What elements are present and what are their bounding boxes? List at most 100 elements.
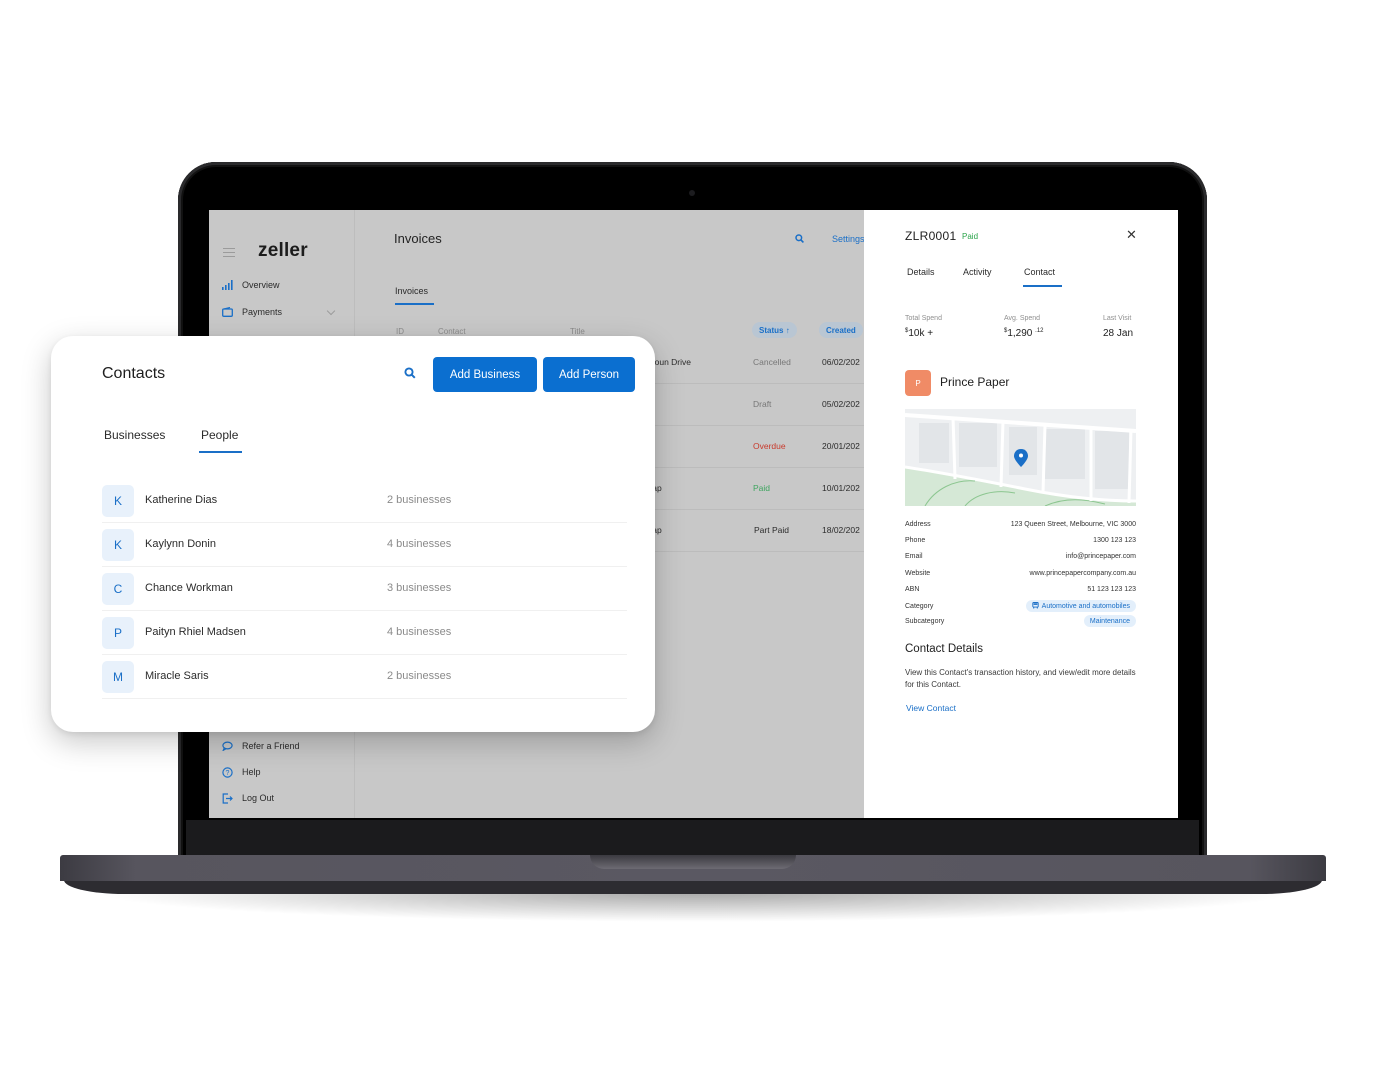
add-business-button[interactable]: Add Business (433, 357, 537, 392)
sidebar-item-label: Help (242, 767, 261, 777)
business-name: Prince Paper (940, 375, 1010, 389)
logout-icon (221, 792, 233, 804)
tab-details[interactable]: Details (907, 267, 935, 277)
sidebar-item-help[interactable]: ? Help (221, 764, 261, 780)
svg-text:?: ? (225, 770, 229, 777)
cell-status: Overdue (753, 441, 786, 451)
field-address: 123 Queen Street, Melbourne, VIC 3000 (1010, 521, 1136, 528)
tab-people[interactable]: People (201, 428, 238, 442)
list-item[interactable]: K Katherine Dias 2 businesses (102, 479, 627, 523)
business-count: 4 businesses (387, 538, 452, 550)
invoice-id: ZLR0001 (905, 229, 957, 243)
column-header-created[interactable]: Created (819, 322, 863, 338)
stat-last-visit: 28 Jan (1103, 328, 1134, 339)
menu-icon[interactable] (223, 248, 235, 257)
contacts-card: Contacts Add Business Add Person Busines… (51, 336, 655, 732)
contact-name: Chance Workman (145, 582, 233, 594)
stat-label: Total Spend (905, 315, 942, 322)
view-contact-link[interactable]: View Contact (906, 703, 956, 713)
sidebar-item-label: Overview (242, 280, 280, 290)
tab-underline (199, 451, 242, 453)
stat-value: 10k + (908, 328, 934, 339)
sidebar-item-label: Payments (242, 307, 283, 317)
stat-value: 1,290 (1007, 328, 1033, 339)
laptop-chin (186, 820, 1199, 856)
tab-underline (1023, 285, 1062, 287)
column-header-contact[interactable]: Contact (438, 327, 466, 336)
contact-details-heading: Contact Details (905, 643, 983, 655)
field-label: Subcategory (905, 618, 945, 625)
cell-status: Part Paid (754, 525, 789, 535)
tab-businesses[interactable]: Businesses (104, 428, 165, 442)
avatar: P (102, 617, 134, 649)
sidebar-item-label: Refer a Friend (242, 741, 300, 751)
sidebar-item-label: Log Out (242, 793, 275, 803)
column-header-label: Status (759, 325, 784, 335)
field-website: www.princepapercompany.com.au (1029, 570, 1136, 577)
field-abn: 51 123 123 123 (1087, 586, 1136, 593)
tab-contact[interactable]: Contact (1024, 267, 1055, 277)
stat-avg-spend: $1,290 .12 (1004, 328, 1044, 339)
column-header-status[interactable]: Status ↑ (752, 322, 797, 338)
list-item[interactable]: P Paityn Rhiel Madsen 4 businesses (102, 611, 627, 655)
status-badge: Paid (962, 232, 979, 241)
field-label: Phone (905, 537, 926, 544)
sidebar-item-refer[interactable]: Refer a Friend (221, 738, 300, 754)
chip-label: Maintenance (1089, 617, 1130, 625)
column-header-label: Created (826, 325, 856, 335)
business-count: 3 businesses (387, 582, 452, 594)
cell-created: 18/02/202 (822, 525, 860, 535)
contact-details-description: View this Contact's transaction history,… (905, 668, 1136, 689)
contact-name: Katherine Dias (145, 494, 218, 506)
business-avatar: P (905, 370, 931, 396)
field-label: Email (905, 553, 923, 560)
location-map[interactable] (905, 409, 1136, 506)
question-circle-icon: ? (221, 766, 233, 778)
field-label: Category (905, 603, 934, 610)
bar-chart-icon (221, 279, 233, 291)
laptop-shadow (90, 892, 1300, 922)
cell-created: 20/01/202 (822, 441, 860, 451)
field-phone: 1300 123 123 (1093, 537, 1136, 544)
contact-name: Miracle Saris (145, 670, 209, 682)
laptop-base-bottom (64, 880, 1322, 894)
list-item[interactable]: C Chance Workman 3 businesses (102, 567, 627, 611)
contact-name: Kaylynn Donin (145, 538, 216, 550)
cell-status: Draft (753, 399, 772, 409)
sidebar-item-overview[interactable]: Overview (221, 277, 280, 293)
invoice-detail-panel: ZLR0001 Paid ✕ Details Activity Contact … (864, 210, 1178, 818)
sidebar-item-logout[interactable]: Log Out (221, 790, 274, 806)
tab-invoices[interactable]: Invoices (395, 286, 428, 296)
zeller-logo: zeller (258, 240, 308, 261)
sidebar-item-payments[interactable]: Payments (221, 304, 282, 320)
avatar: K (102, 529, 134, 561)
category-chip[interactable]: Automotive and automobiles (1025, 600, 1136, 612)
close-icon[interactable]: ✕ (1126, 227, 1137, 243)
list-item[interactable]: M Miracle Saris 2 businesses (102, 655, 627, 699)
business-count: 2 businesses (387, 494, 452, 506)
tab-activity[interactable]: Activity (963, 267, 992, 277)
page-title: Invoices (394, 231, 442, 246)
contact-name: Paityn Rhiel Madsen (145, 626, 246, 638)
column-header-title[interactable]: Title (570, 327, 585, 336)
chat-bubble-icon (221, 740, 233, 752)
contacts-title: Contacts (102, 365, 166, 382)
cell-created: 05/02/202 (822, 399, 860, 409)
column-header-id[interactable]: ID (396, 327, 404, 336)
chip-label: Automotive and automobiles (1041, 602, 1130, 610)
field-label: Website (905, 570, 931, 577)
avatar: K (102, 485, 134, 517)
add-person-button[interactable]: Add Person (543, 357, 635, 392)
search-icon[interactable] (404, 366, 418, 380)
arrow-up-icon: ↑ (785, 325, 790, 335)
car-icon (1032, 601, 1039, 611)
tab-underline (395, 303, 434, 305)
chevron-down-icon[interactable] (326, 306, 336, 316)
wallet-icon (221, 306, 233, 318)
search-icon[interactable] (795, 234, 804, 246)
camera-dot (689, 190, 695, 196)
subcategory-chip[interactable]: Maintenance (1083, 615, 1136, 627)
stat-cents: .12 (1035, 328, 1044, 334)
list-item[interactable]: K Kaylynn Donin 4 businesses (102, 523, 627, 567)
settings-link[interactable]: Settings (832, 234, 865, 244)
